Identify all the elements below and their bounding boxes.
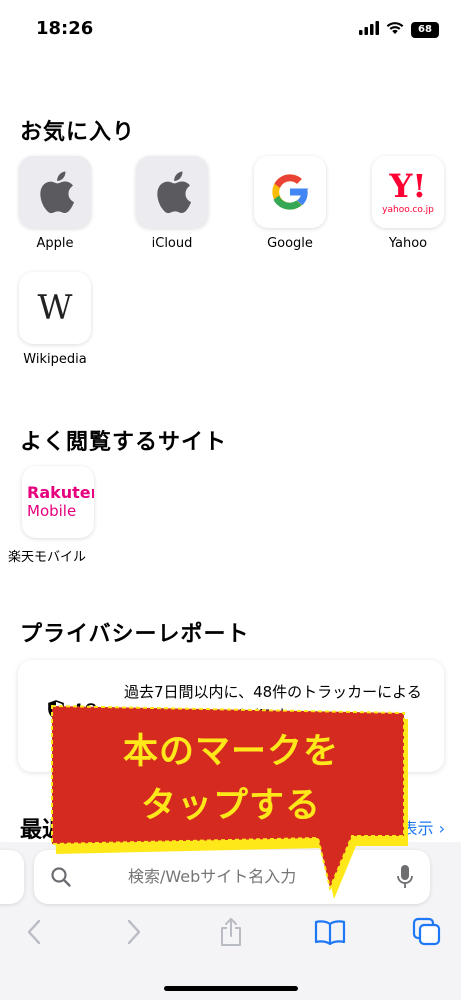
privacy-heading: プライバシーレポート xyxy=(20,622,250,647)
privacy-description: 過去7日間以内に、48件のトラッカーによるプロファイリングが阻止 xyxy=(124,683,422,725)
favorite-wikipedia[interactable]: W Wikipedia xyxy=(18,272,92,367)
favorite-apple[interactable]: Apple xyxy=(18,156,92,251)
safari-start-page: 18:26 68 お気に入り Apple iCloud Google Y! ya… xyxy=(0,0,461,1000)
shield-icon xyxy=(48,700,64,726)
favorite-label: Yahoo xyxy=(388,236,428,251)
cellular-signal-icon xyxy=(359,20,379,39)
favorite-label: Google xyxy=(267,236,313,251)
frequent-heading: よく閲覧するサイト xyxy=(20,430,228,455)
apple-logo-icon xyxy=(19,156,91,228)
battery-icon: 68 xyxy=(411,21,439,38)
tabs-button[interactable] xyxy=(407,916,447,952)
callout-line-2: タップする xyxy=(140,786,321,826)
home-indicator xyxy=(164,986,298,991)
rakuten-mobile-logo-icon: Rakuten Mobile xyxy=(22,466,94,538)
chevron-right-icon xyxy=(126,919,142,949)
favorite-label: iCloud xyxy=(151,236,193,251)
apple-logo-icon xyxy=(136,156,208,228)
favorite-label: Apple xyxy=(36,236,74,251)
favorite-label: Wikipedia xyxy=(23,352,87,367)
bookmarks-button[interactable] xyxy=(310,916,350,952)
privacy-report-card[interactable]: 48 過去7日間以内に、48件のトラッカーによるプロファイリングが阻止 xyxy=(18,660,444,772)
back-button[interactable] xyxy=(14,916,54,952)
tabs-icon xyxy=(412,917,442,951)
frequent-rakuten-mobile[interactable]: Rakuten Mobile 楽天モバイル xyxy=(8,466,98,565)
favorite-yahoo[interactable]: Y! yahoo.co.jp Yahoo xyxy=(371,156,445,251)
search-input[interactable] xyxy=(128,867,388,886)
share-icon xyxy=(219,917,243,951)
favorite-icloud[interactable]: iCloud xyxy=(135,156,209,251)
search-icon xyxy=(50,866,72,892)
favorites-heading: お気に入り xyxy=(20,120,136,145)
microphone-icon[interactable] xyxy=(396,864,414,894)
previous-tab-pill[interactable] xyxy=(0,850,24,904)
status-icons: 68 xyxy=(359,20,439,39)
favorite-google[interactable]: Google xyxy=(253,156,327,251)
show-all-link[interactable]: 表示 › xyxy=(402,815,446,839)
forward-button[interactable] xyxy=(114,916,154,952)
yahoo-logo-icon: Y! yahoo.co.jp xyxy=(372,156,444,228)
privacy-count: 48 xyxy=(48,700,98,726)
address-bar[interactable] xyxy=(34,850,430,904)
chevron-left-icon xyxy=(26,919,42,949)
book-icon xyxy=(314,919,346,949)
wifi-icon xyxy=(386,20,404,39)
recent-heading: 最近 xyxy=(20,818,65,843)
status-time: 18:26 xyxy=(36,18,94,39)
frequent-label: 楽天モバイル xyxy=(8,550,87,565)
google-logo-icon xyxy=(254,156,326,228)
wikipedia-logo-icon: W xyxy=(19,272,91,344)
share-button[interactable] xyxy=(211,916,251,952)
